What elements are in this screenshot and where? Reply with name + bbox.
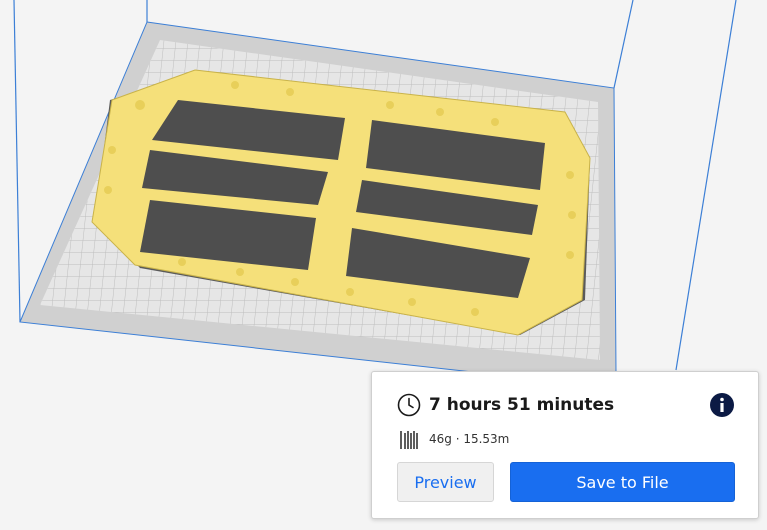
print-time-estimate: 7 hours 51 minutes: [429, 395, 615, 415]
info-icon[interactable]: [709, 392, 735, 418]
preview-button[interactable]: Preview: [397, 462, 494, 502]
clock-icon: [397, 393, 421, 417]
material-estimate: 46g · 15.53m: [429, 432, 510, 446]
spool-icon: [400, 431, 418, 449]
print-info-panel: 7 hours 51 minutes 46g · 15.53m Preview …: [371, 371, 759, 519]
save-to-file-button[interactable]: Save to File: [510, 462, 735, 502]
